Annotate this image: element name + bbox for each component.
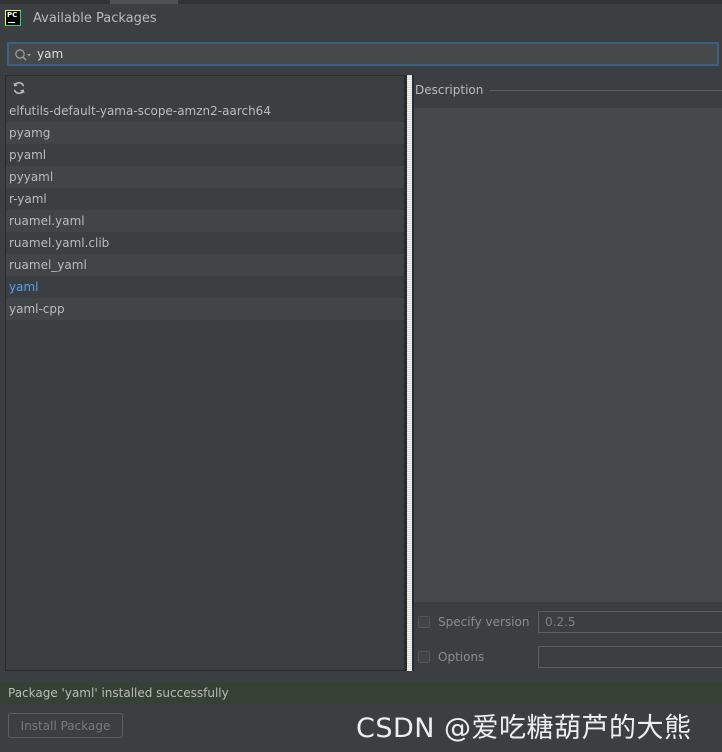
install-package-button[interactable]: Install Package [8,713,123,738]
options-row: Options [414,645,722,671]
status-bar: Package 'yaml' installed successfully [0,682,722,704]
version-select[interactable] [538,611,722,633]
options-checkbox[interactable] [418,651,430,663]
package-list-item[interactable]: yaml-cpp [6,298,404,320]
description-header: Description [414,75,722,107]
splitter-grip[interactable] [407,75,412,671]
package-list-item[interactable]: r-yaml [6,188,404,210]
package-details-panel: Description Specify version Options [414,75,722,671]
specify-version-label: Specify version [438,615,530,629]
package-list-item[interactable]: elfutils-default-yama-scope-amzn2-aarch6… [6,100,404,122]
list-toolbar [6,76,404,100]
description-divider [484,90,722,91]
package-list-item[interactable]: pyamg [6,122,404,144]
package-list-item[interactable]: ruamel.yaml [6,210,404,232]
options-input[interactable] [538,646,722,668]
watermark: CSDN @爱吃糖葫芦的大熊 [356,713,692,744]
window-title: Available Packages [33,11,157,26]
search-input[interactable] [37,45,707,63]
package-list-item[interactable]: pyyaml [6,166,404,188]
search-icon[interactable] [14,48,32,62]
specify-version-checkbox[interactable] [418,616,430,628]
description-label: Description [415,83,490,97]
package-list-item[interactable]: ruamel.yaml.clib [6,232,404,254]
package-list-item[interactable]: ruamel_yaml [6,254,404,276]
package-list: elfutils-default-yama-scope-amzn2-aarch6… [6,100,404,320]
description-area [414,107,722,602]
search-box[interactable] [7,42,719,66]
package-list-item[interactable]: pyaml [6,144,404,166]
title-bar: PC Available Packages [0,4,722,34]
panel-splitter[interactable] [405,75,414,671]
pycharm-logo-icon: PC [5,10,21,26]
package-list-panel: elfutils-default-yama-scope-amzn2-aarch6… [5,75,405,671]
status-message: Package 'yaml' installed successfully [8,686,229,700]
specify-version-row: Specify version [414,610,722,636]
refresh-icon[interactable] [12,81,26,95]
options-label: Options [438,650,485,664]
package-list-item-installed[interactable]: yaml [6,276,404,298]
